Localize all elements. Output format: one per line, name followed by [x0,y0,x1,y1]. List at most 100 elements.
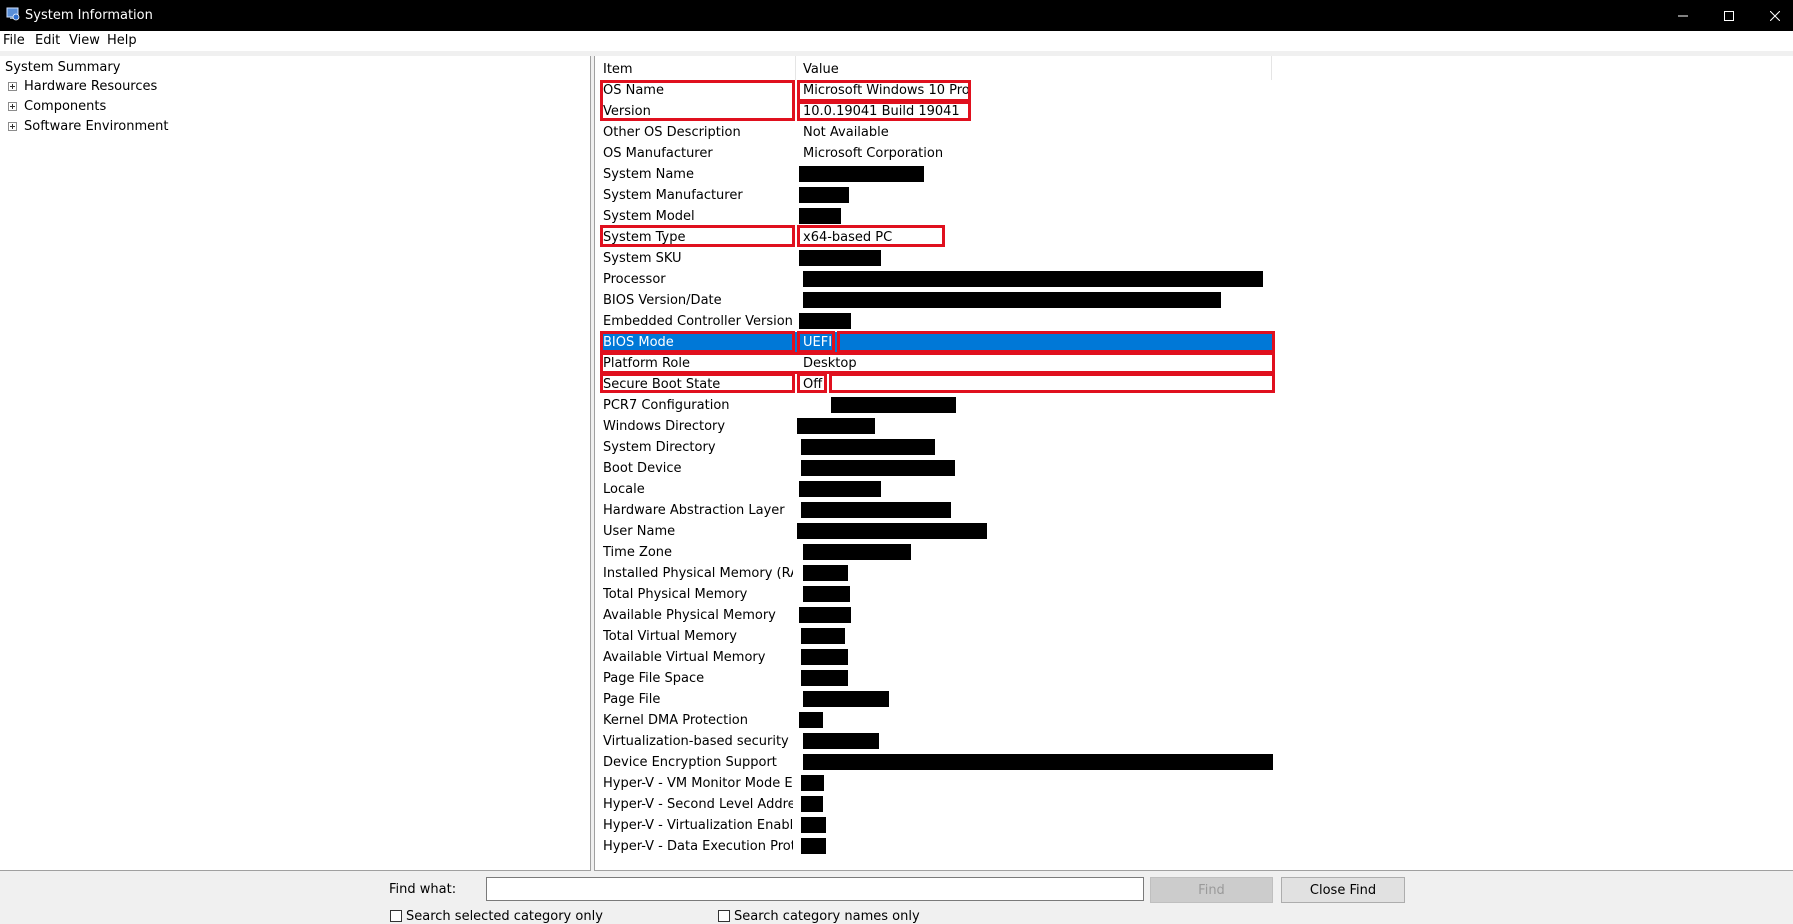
table-row[interactable]: Platform Role Desktop [595,353,1793,374]
table-row[interactable]: Device Encryption Support [595,752,1793,773]
expand-icon[interactable] [8,82,17,91]
column-header-value[interactable]: Value [803,62,839,77]
row-value: Desktop [803,356,857,371]
row-item: Total Physical Memory [603,587,748,602]
find-button[interactable]: Find [1150,877,1273,903]
checkbox-label: Search category names only [734,909,920,924]
row-value: Microsoft Corporation [803,146,944,161]
tree-item-system-summary[interactable]: System Summary [5,60,120,75]
menu-file[interactable]: File [3,33,25,48]
find-input[interactable] [486,877,1144,901]
table-row[interactable]: Hyper-V - Virtualization Enable... [595,815,1793,836]
table-row[interactable]: Windows Directory [595,416,1793,437]
table-row[interactable]: System Name [595,164,1793,185]
row-value: UEFI [803,335,833,350]
row-item: System Name [603,167,694,182]
table-row[interactable]: System Directory [595,437,1793,458]
row-item: Hyper-V - Data Execution Prote... [603,839,793,854]
row-item: OS Manufacturer [603,146,713,161]
redaction-bar [801,439,935,455]
table-row[interactable]: System Type x64-based PC [595,227,1793,248]
table-row[interactable]: Processor [595,269,1793,290]
row-item: BIOS Version/Date [603,293,722,308]
tree-item-software-environment[interactable]: Software Environment [24,119,168,134]
table-row[interactable]: Other OS Description Not Available [595,122,1793,143]
table-row[interactable]: OS Name Microsoft Windows 10 Pro [595,80,1793,101]
close-find-button[interactable]: Close Find [1281,877,1405,903]
table-row[interactable]: Embedded Controller Version [595,311,1793,332]
table-row[interactable]: User Name [595,521,1793,542]
redaction-bar [801,775,824,791]
table-row[interactable]: Total Physical Memory [595,584,1793,605]
redaction-bar [803,271,1263,287]
redaction-bar [801,796,823,812]
redaction-bar [799,208,841,224]
table-row[interactable]: Boot Device [595,458,1793,479]
checkbox-box[interactable] [718,910,730,922]
row-item: Secure Boot State [603,377,721,392]
table-row[interactable]: Hyper-V - Data Execution Prote... [595,836,1793,857]
table-row[interactable]: BIOS Version/Date [595,290,1793,311]
row-item: Kernel DMA Protection [603,713,748,728]
redaction-bar [801,670,848,686]
table-row[interactable]: System Manufacturer [595,185,1793,206]
column-divider[interactable] [795,56,796,80]
redaction-bar [801,460,955,476]
table-row[interactable]: System SKU [595,248,1793,269]
row-item: Boot Device [603,461,682,476]
table-row[interactable]: BIOS Mode UEFI [595,332,1793,353]
row-item: Processor [603,272,666,287]
minimize-button[interactable] [1660,0,1706,31]
expand-icon[interactable] [8,102,17,111]
table-row[interactable]: Virtualization-based security [595,731,1793,752]
expand-icon[interactable] [8,122,17,131]
row-item: Hardware Abstraction Layer [603,503,785,518]
table-row[interactable]: Page File Space [595,668,1793,689]
redaction-bar [801,817,826,833]
row-item: Hyper-V - VM Monitor Mode E... [603,776,793,791]
table-row[interactable]: Locale [595,479,1793,500]
menu-edit[interactable]: Edit [35,33,60,48]
table-row[interactable]: Hyper-V - Second Level Addres... [595,794,1793,815]
row-item: OS Name [603,83,664,98]
row-item: Other OS Description [603,125,741,140]
row-item: System SKU [603,251,682,266]
maximize-button[interactable] [1706,0,1752,31]
table-row[interactable]: PCR7 Configuration [595,395,1793,416]
checkbox-box[interactable] [390,910,402,922]
table-row[interactable]: Hardware Abstraction Layer [595,500,1793,521]
table-row[interactable]: Hyper-V - VM Monitor Mode E... [595,773,1793,794]
tree-item-hardware-resources[interactable]: Hardware Resources [24,79,157,94]
table-row[interactable]: OS Manufacturer Microsoft Corporation [595,143,1793,164]
redaction-bar [799,313,851,329]
row-item: Version [603,104,651,119]
table-row[interactable]: System Model [595,206,1793,227]
column-header-item[interactable]: Item [603,62,633,77]
details-list[interactable]: Item Value OS Name Microsoft Windows 10 P… [594,56,1793,871]
menu-view[interactable]: View [69,33,100,48]
table-row[interactable]: Kernel DMA Protection [595,710,1793,731]
row-value: 10.0.19041 Build 19041 [803,104,960,119]
table-row[interactable]: Installed Physical Memory (RAM) [595,563,1793,584]
row-value: x64-based PC [803,230,893,245]
table-row[interactable]: Version 10.0.19041 Build 19041 [595,101,1793,122]
redaction-bar [799,481,881,497]
redaction-bar [801,838,826,854]
find-label: Find what: [389,882,457,897]
row-item: Hyper-V - Second Level Addres... [603,797,793,812]
tree-item-components[interactable]: Components [24,99,106,114]
close-button[interactable] [1752,0,1793,31]
checkbox-label: Search selected category only [406,909,603,924]
row-item: Installed Physical Memory (RAM) [603,566,793,581]
table-row[interactable]: Secure Boot State Off [595,374,1793,395]
row-item: Page File [603,692,661,707]
table-row[interactable]: Available Physical Memory [595,605,1793,626]
table-row[interactable]: Time Zone [595,542,1793,563]
menu-help[interactable]: Help [107,33,137,48]
table-row[interactable]: Page File [595,689,1793,710]
category-tree[interactable]: System Summary Hardware Resources Compon… [0,56,591,871]
table-row[interactable]: Total Virtual Memory [595,626,1793,647]
column-divider[interactable] [1271,56,1272,80]
redaction-bar [803,292,1221,308]
table-row[interactable]: Available Virtual Memory [595,647,1793,668]
